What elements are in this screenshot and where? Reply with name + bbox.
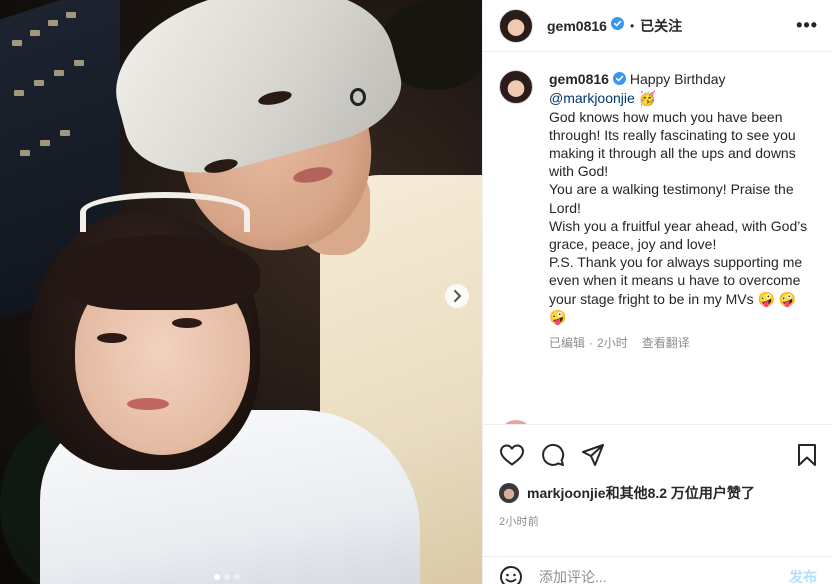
party-emoji: 🥳 — [638, 90, 657, 107]
caption-time: 2小时 — [597, 336, 628, 351]
woman-eye-right — [172, 318, 202, 328]
carousel-indicator — [214, 574, 240, 580]
building-light — [30, 30, 40, 36]
woman-eye-left — [97, 333, 127, 343]
building-light — [20, 150, 30, 156]
building-light — [34, 80, 44, 86]
comment-button[interactable] — [541, 443, 565, 467]
building-light — [40, 140, 50, 146]
bookmark-icon — [798, 444, 816, 466]
comment-bar: 发布 — [483, 556, 832, 584]
mention-link[interactable]: @markjoonjie — [549, 90, 635, 106]
woman-lips — [127, 398, 169, 410]
following-button[interactable]: 已关注 — [640, 16, 682, 36]
caption-text: gem0816 Happy Birthday @markjoonjie 🥳 Go… — [549, 70, 811, 352]
chevron-right-icon — [454, 290, 461, 302]
likes-text: markjoonjie和其他8.2 万位用户赞了 — [527, 485, 755, 501]
heart-icon — [500, 444, 524, 466]
author-username[interactable]: gem0816 — [547, 18, 607, 34]
post-photo[interactable] — [0, 0, 482, 584]
earring — [350, 88, 366, 106]
verified-badge-icon — [610, 16, 624, 35]
liker-avatar — [499, 483, 519, 503]
caption-username[interactable]: gem0816 — [549, 71, 609, 87]
building-light — [60, 130, 70, 136]
share-button[interactable] — [581, 443, 605, 467]
post-actions: markjoonjie和其他8.2 万位用户赞了 2小时前 — [483, 424, 832, 529]
post-timestamp: 2小时前 — [499, 516, 539, 528]
save-button[interactable] — [797, 443, 817, 467]
building-light — [48, 20, 58, 26]
building-light — [14, 90, 24, 96]
carousel-dot — [224, 574, 230, 580]
author-avatar[interactable] — [499, 8, 533, 43]
headband — [80, 192, 250, 232]
carousel-dot — [214, 574, 220, 580]
building-light — [54, 70, 64, 76]
woman-bangs — [60, 235, 260, 310]
likes-summary[interactable]: markjoonjie和其他8.2 万位用户赞了 — [499, 483, 817, 503]
building-light — [66, 12, 76, 18]
like-button[interactable] — [499, 443, 525, 467]
smiley-icon — [500, 565, 522, 584]
carousel-dot — [234, 574, 240, 580]
building-light — [74, 60, 84, 66]
see-translation-link[interactable]: 查看翻译 — [642, 336, 690, 350]
caption-intro: Happy Birthday — [629, 71, 726, 87]
carousel-next-button[interactable] — [445, 284, 469, 308]
caption-line: God knows how much you have been through… — [549, 108, 796, 180]
comment-input[interactable] — [539, 568, 789, 584]
post-comment-button[interactable]: 发布 — [789, 567, 817, 584]
caption-line: P.S. Thank you for always supporting me … — [549, 254, 803, 325]
caption-line: Wish you a fruitful year ahead, with God… — [549, 217, 808, 253]
caption-section: gem0816 Happy Birthday @markjoonjie 🥳 Go… — [483, 52, 832, 424]
more-options-button[interactable]: ••• — [796, 15, 818, 36]
emoji-button[interactable] — [499, 565, 523, 584]
caption-meta: 已编辑 · 2小时 查看翻译 — [549, 334, 811, 352]
post-header: gem0816 • 已关注 ••• — [483, 0, 832, 52]
header-separator: • — [629, 18, 635, 33]
caption-author-avatar[interactable] — [499, 70, 533, 104]
caption-line: You are a walking testimony! Praise the … — [549, 181, 794, 216]
post-side-panel: gem0816 • 已关注 ••• gem0816 Happy Birthday… — [482, 0, 832, 584]
paper-plane-icon — [582, 444, 604, 466]
building-light — [12, 40, 22, 46]
meta-dot: · — [589, 336, 594, 351]
verified-badge-icon — [612, 71, 626, 89]
edited-label: 已编辑 — [549, 336, 586, 351]
comment-icon — [542, 443, 565, 466]
